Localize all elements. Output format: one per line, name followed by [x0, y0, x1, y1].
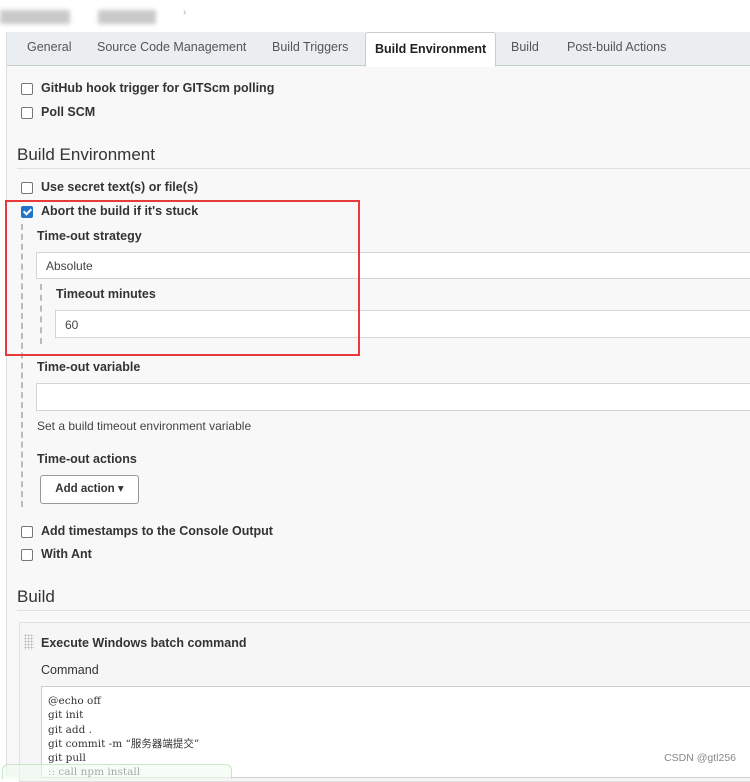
section-title-build: Build	[17, 587, 55, 606]
add-action-button[interactable]: Add action ▾	[40, 475, 139, 504]
with-ant-checkbox[interactable]	[21, 549, 33, 561]
with-ant-label: With Ant	[41, 547, 92, 561]
poll-scm-label: Poll SCM	[41, 105, 96, 119]
tab-post-build-actions[interactable]: Post-build Actions	[567, 40, 666, 54]
github-hook-checkbox[interactable]	[21, 83, 33, 95]
highlight-box	[5, 200, 360, 356]
watermark: CSDN @gtl256	[664, 752, 736, 764]
tab-build[interactable]: Build	[511, 40, 539, 54]
dropdown-caret-icon: ▾	[117, 483, 124, 495]
notification-toast	[2, 764, 232, 779]
tab-build-triggers[interactable]: Build Triggers	[272, 40, 348, 54]
section-divider	[17, 168, 750, 169]
breadcrumb-bar: ›	[0, 0, 750, 32]
breadcrumb-item-blurred[interactable]	[0, 10, 70, 24]
timeout-variable-help: Set a build timeout environment variable	[37, 419, 252, 433]
use-secret-label: Use secret text(s) or file(s)	[41, 180, 199, 194]
use-secret-checkbox[interactable]	[21, 182, 33, 194]
tab-source-code-management[interactable]: Source Code Management	[97, 40, 246, 54]
breadcrumb-item-blurred[interactable]	[98, 10, 156, 24]
poll-scm-checkbox[interactable]	[21, 107, 33, 119]
timeout-actions-label: Time-out actions	[37, 452, 137, 466]
timeout-variable-input[interactable]	[36, 383, 750, 411]
drag-handle-icon[interactable]	[24, 634, 34, 650]
tab-build-environment[interactable]: Build Environment	[365, 32, 497, 67]
command-label: Command	[41, 663, 99, 677]
tab-general[interactable]: General	[27, 40, 71, 54]
job-config-page: General Source Code Management Build Tri…	[6, 32, 750, 782]
build-step-title: Execute Windows batch command	[41, 636, 247, 650]
config-tabs: General Source Code Management Build Tri…	[7, 32, 750, 67]
section-divider	[17, 610, 750, 611]
timestamps-checkbox[interactable]	[21, 526, 33, 538]
add-action-label: Add action	[55, 483, 115, 495]
breadcrumb-separator-icon: ›	[183, 7, 187, 18]
github-hook-label: GitHub hook trigger for GITScm polling	[41, 81, 275, 95]
timestamps-label: Add timestamps to the Console Output	[41, 524, 273, 538]
timeout-variable-label: Time-out variable	[37, 360, 141, 374]
section-title-build-environment: Build Environment	[17, 145, 155, 164]
